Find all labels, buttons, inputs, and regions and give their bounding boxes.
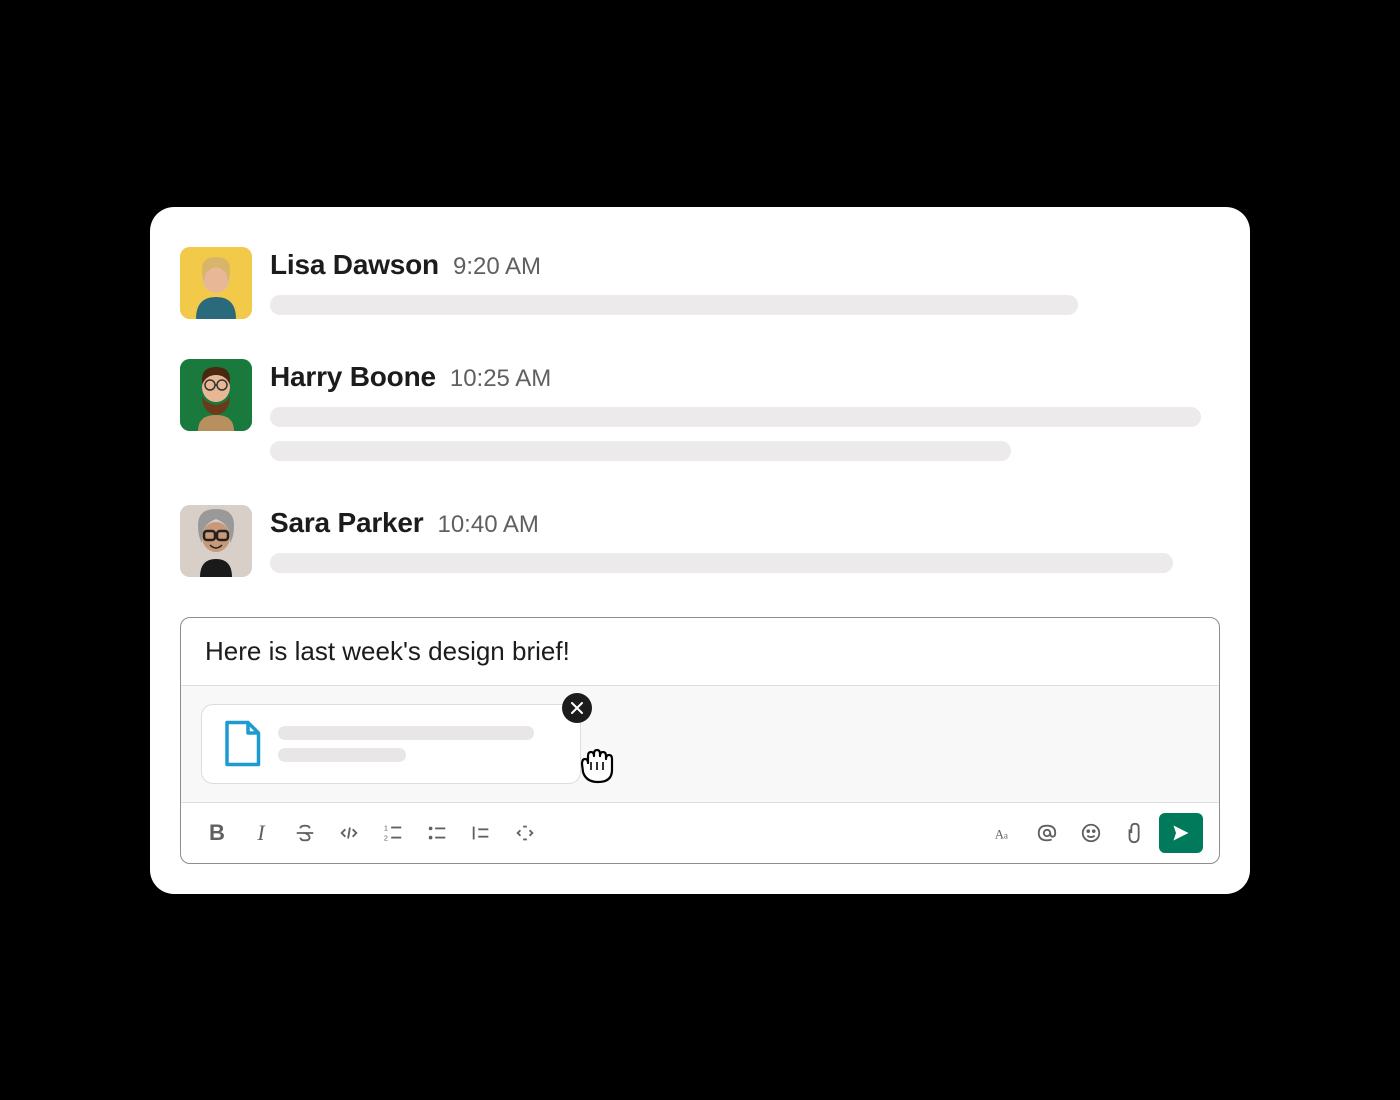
- message-text-placeholder: [270, 553, 1173, 573]
- bullet-list-button[interactable]: [417, 813, 457, 853]
- message-row: Sara Parker 10:40 AM: [180, 505, 1220, 587]
- message-text-placeholder: [270, 407, 1201, 427]
- avatar[interactable]: [180, 359, 252, 431]
- message-body: Sara Parker 10:40 AM: [270, 505, 1220, 587]
- code-block-button[interactable]: [505, 813, 545, 853]
- mention-button[interactable]: [1027, 813, 1067, 853]
- avatar[interactable]: [180, 247, 252, 319]
- message-author[interactable]: Lisa Dawson: [270, 249, 439, 281]
- bold-button[interactable]: B: [197, 813, 237, 853]
- code-button[interactable]: [329, 813, 369, 853]
- message-row: Harry Boone 10:25 AM: [180, 359, 1220, 475]
- avatar[interactable]: [180, 505, 252, 577]
- message-timestamp: 10:40 AM: [437, 511, 538, 539]
- chat-window: Lisa Dawson 9:20 AM Harry Boone 10:25 AM…: [150, 207, 1250, 894]
- emoji-button[interactable]: [1071, 813, 1111, 853]
- italic-button[interactable]: I: [241, 813, 281, 853]
- attachment-filename-placeholder: [278, 726, 562, 762]
- svg-text:2: 2: [384, 833, 388, 842]
- message-author[interactable]: Sara Parker: [270, 507, 423, 539]
- message-text-placeholder: [270, 295, 1078, 315]
- svg-text:1: 1: [384, 823, 388, 832]
- message-text-placeholder: [270, 441, 1011, 461]
- message-composer: Here is last week's design brief!: [180, 617, 1220, 864]
- attachment-area: [181, 685, 1219, 802]
- file-icon: [220, 719, 262, 769]
- send-button[interactable]: [1159, 813, 1203, 853]
- remove-attachment-button[interactable]: [562, 693, 592, 723]
- composer-input[interactable]: Here is last week's design brief!: [181, 618, 1219, 685]
- strikethrough-button[interactable]: [285, 813, 325, 853]
- formatting-toggle-button[interactable]: Aa: [983, 813, 1023, 853]
- blockquote-button[interactable]: [461, 813, 501, 853]
- attach-button[interactable]: [1115, 813, 1155, 853]
- message-body: Harry Boone 10:25 AM: [270, 359, 1220, 475]
- message-timestamp: 10:25 AM: [450, 365, 551, 393]
- attachment-chip[interactable]: [201, 704, 581, 784]
- composer-toolbar: B I 12 Aa: [181, 802, 1219, 863]
- message-body: Lisa Dawson 9:20 AM: [270, 247, 1220, 329]
- svg-text:a: a: [1004, 830, 1008, 840]
- ordered-list-button[interactable]: 12: [373, 813, 413, 853]
- message-timestamp: 9:20 AM: [453, 253, 541, 281]
- message-author[interactable]: Harry Boone: [270, 361, 436, 393]
- message-row: Lisa Dawson 9:20 AM: [180, 247, 1220, 329]
